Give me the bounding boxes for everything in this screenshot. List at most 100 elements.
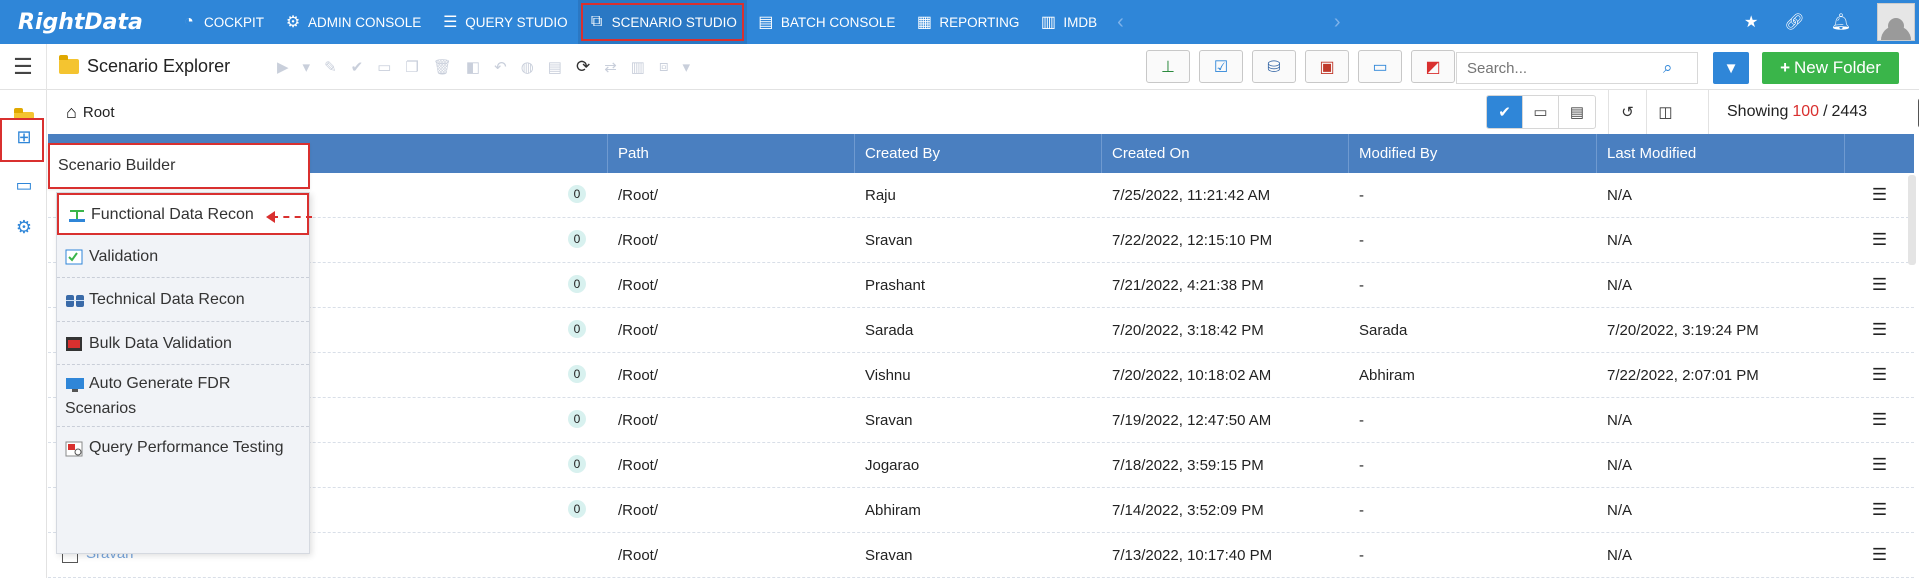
nav-query-studio[interactable]: ☰ QUERY STUDIO	[431, 0, 577, 44]
row-menu-icon[interactable]: ☰	[1872, 275, 1887, 294]
view-folders-button[interactable]: ▭	[1523, 96, 1559, 128]
cell-last-modified: N/A	[1607, 276, 1633, 294]
table-row[interactable]: 0/Root/Sravan 7/22/2022, 12:15:10 PM - N/A ☰	[48, 218, 1914, 263]
auto-generate-button[interactable]: ▭	[1358, 50, 1402, 83]
new-folder-button[interactable]: + New Folder	[1762, 52, 1899, 84]
menu-item-query-performance-testing[interactable]: Query Performance Testing	[57, 427, 309, 489]
breadcrumb-root[interactable]: ⌂ Root	[48, 102, 115, 123]
functional-recon-button[interactable]: ⊥	[1146, 50, 1190, 83]
folder-icon	[59, 55, 79, 74]
vertical-scrollbar[interactable]	[1908, 175, 1916, 265]
bulk-validation-button[interactable]: ▣	[1305, 50, 1349, 83]
batch-icon: ▤	[758, 14, 774, 31]
speedometer-icon: ◔	[184, 13, 194, 30]
row-menu-icon[interactable]: ☰	[1872, 230, 1887, 249]
cell-path: /Root/	[618, 546, 659, 564]
nav-scroll-left-icon[interactable]: ‹	[1107, 11, 1134, 34]
rail-settings-icon[interactable]: ⚙	[13, 216, 35, 238]
cell-path: /Root/	[618, 411, 659, 429]
row-menu-icon[interactable]: ☰	[1872, 500, 1887, 519]
nav-label: BATCH CONSOLE	[780, 14, 896, 30]
table-row[interactable]: 0/Root/Vishnu 7/20/2022, 10:18:02 AM Abhir…	[48, 353, 1914, 398]
refresh-icon[interactable]: ⟳	[576, 57, 590, 77]
view-list-button[interactable]: ▤	[1559, 96, 1595, 128]
grid-body: 0/Root/Raju 7/25/2022, 11:21:42 AM - N/A ☰ 0/…	[48, 173, 1914, 578]
row-menu-icon[interactable]: ☰	[1872, 410, 1887, 429]
fdr-icon: ⊥	[1161, 58, 1175, 76]
table-row[interactable]: 0/Root/Abhiram 7/14/2022, 3:52:09 PM - N/A ☰	[48, 488, 1914, 533]
col-header-created-on[interactable]: Created On	[1102, 134, 1349, 173]
search-icon[interactable]: ⌕	[1663, 58, 1673, 78]
row-menu-icon[interactable]: ☰	[1872, 545, 1887, 564]
technical-recon-button[interactable]: ⛁	[1252, 50, 1296, 83]
row-menu-icon[interactable]: ☰	[1872, 320, 1887, 339]
row-menu-icon[interactable]: ☰	[1872, 365, 1887, 384]
nav-admin-console[interactable]: ⚙ ADMIN CONSOLE	[274, 0, 431, 44]
undo-icon: ↶	[494, 58, 507, 76]
row-menu-icon[interactable]: ☰	[1872, 185, 1887, 204]
col-header-created-by[interactable]: Created By	[855, 134, 1102, 173]
hamburger-menu-icon[interactable]: ☰	[0, 54, 46, 80]
showing-separator: /	[1823, 103, 1828, 120]
nav-reporting[interactable]: ▦ REPORTING	[905, 0, 1029, 44]
table-row[interactable]: 0/Root/Raju 7/25/2022, 11:21:42 AM - N/A ☰	[48, 173, 1914, 218]
col-header-path[interactable]: Path	[608, 134, 855, 173]
validation-button[interactable]: ☑	[1199, 50, 1243, 83]
dropdown-caret-icon-2: ▾	[682, 58, 691, 76]
cell-path: /Root/	[618, 231, 659, 249]
app-logo[interactable]: RightData	[0, 10, 170, 35]
tdr-icon: ⛁	[1267, 58, 1281, 76]
col-header-modified-by[interactable]: Modified By	[1349, 134, 1597, 173]
menu-item-validation[interactable]: Validation	[57, 235, 309, 278]
nav-label: COCKPIT	[204, 14, 265, 30]
cell-created-on: 7/19/2022, 12:47:50 AM	[1112, 411, 1272, 429]
cell-created-on: 7/14/2022, 3:52:09 PM	[1112, 501, 1264, 519]
row-actions: ☰	[1845, 500, 1914, 520]
link-icon[interactable]: 🔗︎	[1784, 12, 1804, 32]
table-row[interactable]: 0/Root/Sravan 7/19/2022, 12:47:50 AM - N/A ☰	[48, 398, 1914, 443]
filter-button[interactable]: ▼	[1713, 52, 1749, 84]
plus-icon: +	[1780, 58, 1790, 77]
view-all-button[interactable]: ✔	[1487, 96, 1523, 128]
cell-created-by: Sravan	[865, 546, 913, 564]
database-icon: ☰	[443, 14, 458, 31]
cell-modified-by: -	[1359, 186, 1364, 204]
filter-icon: ▼	[1723, 59, 1739, 77]
search-input[interactable]	[1457, 59, 1657, 77]
showing-total: 2443	[1831, 103, 1868, 120]
cell-path: /Root/	[618, 366, 659, 384]
rail-dashboard-icon[interactable]: ▭	[13, 174, 35, 196]
menu-item-auto-generate-fdr[interactable]: Auto Generate FDR Scenarios	[57, 365, 309, 427]
bell-icon[interactable]: 🔔︎	[1831, 12, 1851, 32]
breadcrumb-root-label: Root	[82, 103, 115, 121]
cell-last-modified: N/A	[1607, 411, 1633, 429]
table-row[interactable]: 0/Root/Jogarao 7/18/2022, 3:59:15 PM - N/A ☰	[48, 443, 1914, 488]
query-performance-button[interactable]: ◩	[1411, 50, 1455, 83]
schedule-icon: ▤	[547, 58, 562, 76]
menu-item-technical-data-recon[interactable]: Technical Data Recon	[57, 278, 309, 322]
table-row[interactable]: 0/Root/Prashant 7/21/2022, 4:21:38 PM - N/A…	[48, 263, 1914, 308]
nav-imdb[interactable]: ▥ IMDB	[1029, 0, 1107, 44]
nav-scenario-studio[interactable]: ⧉ SCENARIO STUDIO	[577, 0, 747, 44]
menu-item-label: Technical Data Recon	[89, 291, 245, 308]
reset-button[interactable]: ↺	[1608, 90, 1646, 134]
cell-last-modified: N/A	[1607, 231, 1633, 249]
column-chooser-button[interactable]: ◫	[1646, 90, 1684, 134]
col-header-last-modified[interactable]: Last Modified	[1597, 134, 1845, 173]
star-icon[interactable]: ★	[1744, 12, 1758, 32]
count-badge: 0	[568, 274, 586, 293]
count-badge: 0	[568, 229, 586, 248]
cell-created-on: 7/13/2022, 10:17:40 PM	[1112, 546, 1273, 564]
nav-batch-console[interactable]: ▤ BATCH CONSOLE	[747, 0, 906, 44]
nav-cockpit[interactable]: ◔ COCKPIT	[170, 0, 274, 44]
transfer-icon: ⇄	[604, 58, 617, 76]
row-menu-icon[interactable]: ☰	[1872, 455, 1887, 474]
menu-item-text-wrap: Auto Generate FDR Scenarios	[65, 371, 301, 421]
table-row[interactable]: 0/Root/Sarada 7/20/2022, 3:18:42 PM Sarada…	[48, 308, 1914, 353]
col-header-actions	[1845, 134, 1914, 173]
nav-scroll-right-icon[interactable]: ›	[1324, 11, 1351, 34]
avatar[interactable]	[1877, 3, 1915, 41]
menu-item-bulk-data-validation[interactable]: Bulk Data Validation	[57, 322, 309, 365]
table-row[interactable]: Sravan/Root/Sravan7/13/2022, 10:17:40 PM…	[48, 533, 1914, 578]
rail-builder-icon[interactable]: ⊞	[13, 126, 35, 148]
